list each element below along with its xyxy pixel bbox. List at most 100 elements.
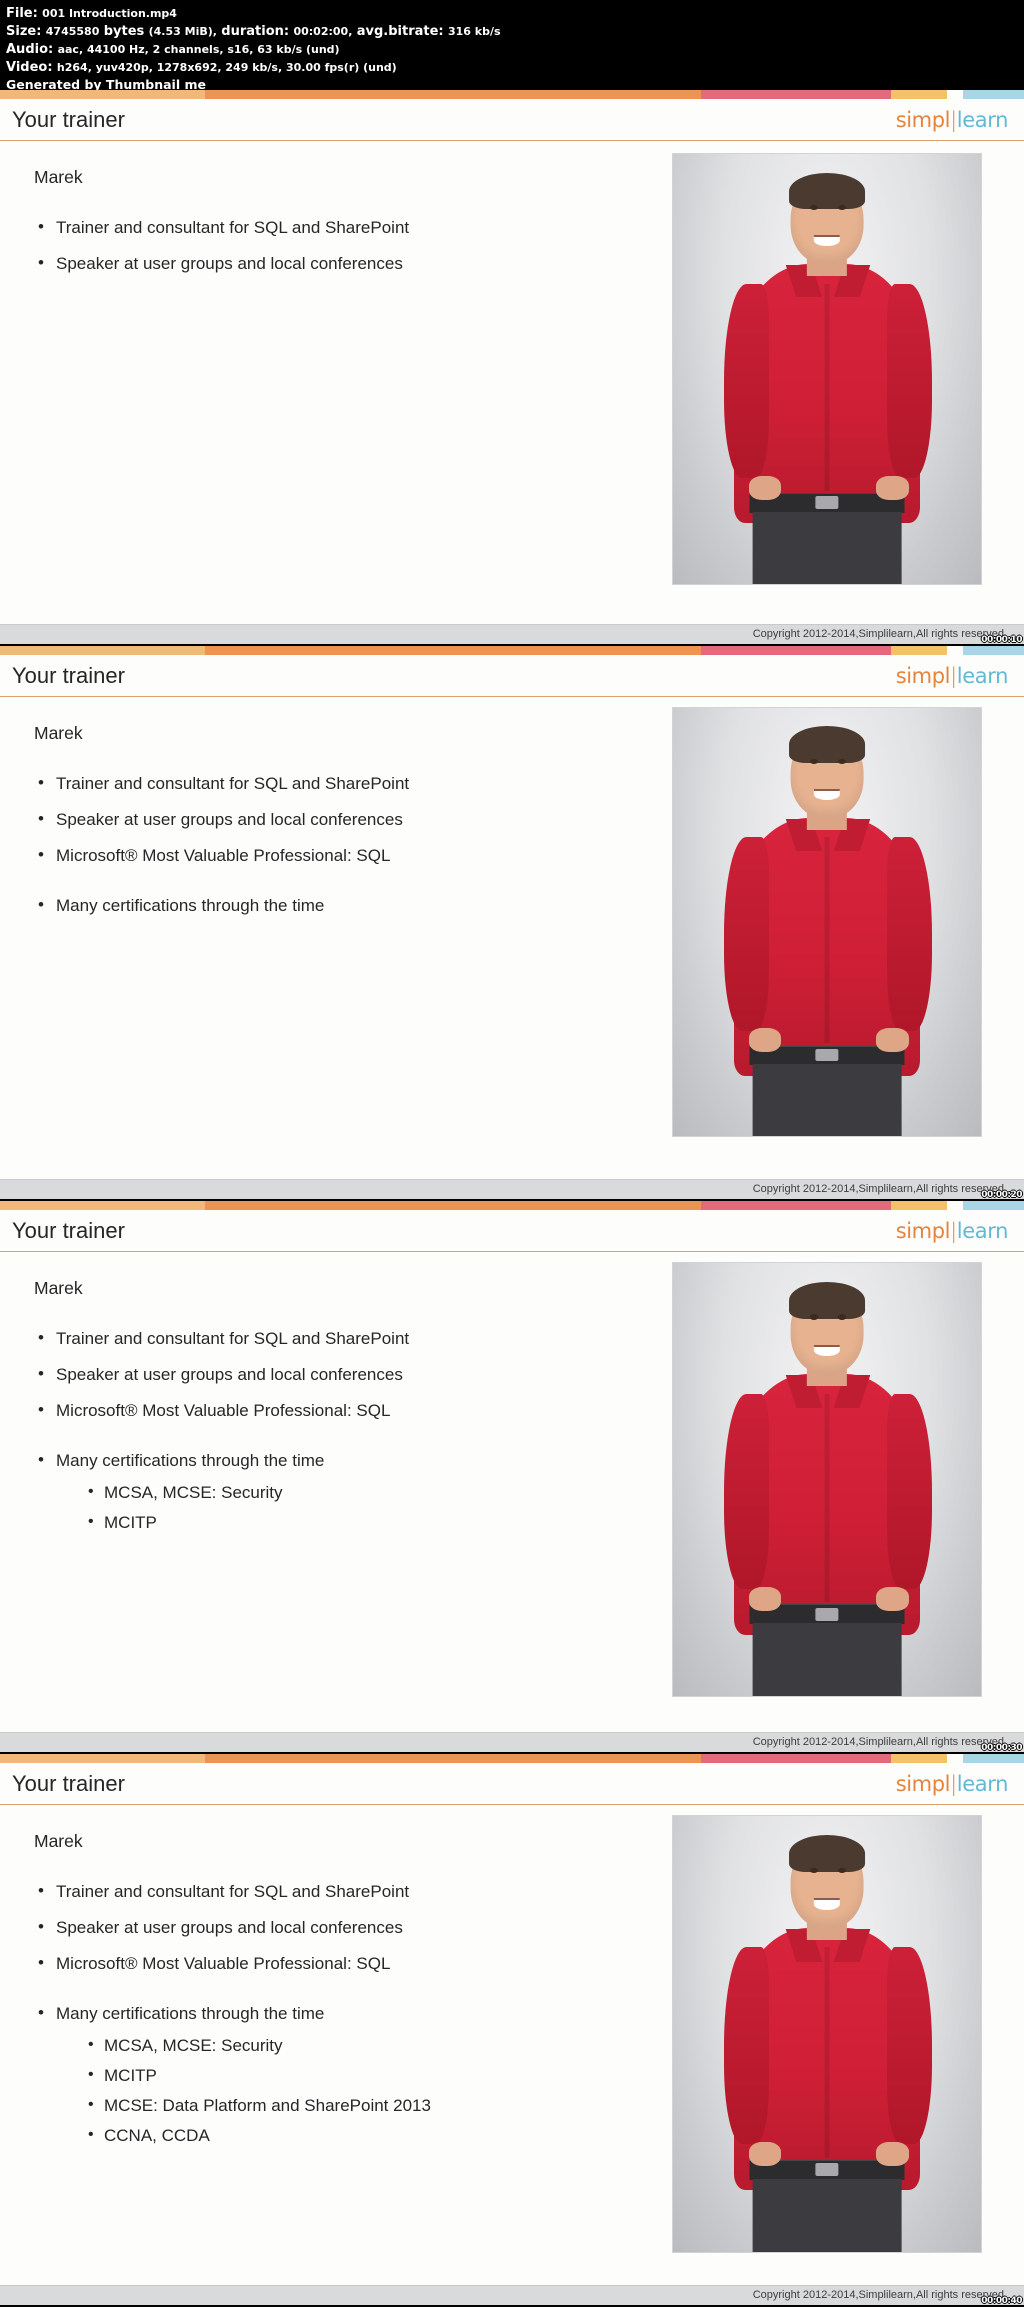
ribbon-segment-3 <box>701 646 891 655</box>
trainer-name: Marek <box>34 723 83 743</box>
bitrate-value: 316 kb/s <box>447 25 501 38</box>
bullet-text: Speaker at user groups and local confere… <box>56 254 403 273</box>
audio-value: aac, 44100 Hz, 2 channels, s16, 63 kb/s … <box>57 43 340 56</box>
simplilearn-logo: simpl|learn <box>895 1219 1009 1243</box>
logo-separator: | <box>950 1772 957 1796</box>
portrait-right-eye <box>838 1314 847 1320</box>
bullet-item: Trainer and consultant for SQL and Share… <box>34 773 650 794</box>
bullet-item: Microsoft® Most Valuable Professional: S… <box>34 845 650 866</box>
portrait-hair <box>789 1834 865 1873</box>
ribbon-segment-5 <box>947 646 963 655</box>
slide-footer: Copyright 2012-2014,Simplilearn,All righ… <box>0 1732 1024 1752</box>
slide-text-column: Marek Trainer and consultant for SQL and… <box>0 1805 660 2162</box>
slide-text-column: Marek Trainer and consultant for SQL and… <box>0 141 660 290</box>
thumbnail-timestamp: 00:00:30 <box>981 1743 1022 1753</box>
portrait-left-arm <box>724 1393 770 1590</box>
logo-text-learn: learn <box>956 664 1009 688</box>
duration-value: 00:02:00, <box>293 25 353 38</box>
video-thumbnail-slide-4[interactable]: Your trainer simpl|learn Marek Trainer a… <box>0 1754 1024 2307</box>
bullet-text: Trainer and consultant for SQL and Share… <box>56 1329 410 1348</box>
sub-bullet-list: MCSA, MCSE: Security MCITP <box>86 1482 650 1533</box>
logo-text-simpl: simpl <box>895 1219 951 1243</box>
bullet-item: Many certifications through the time MCSA… <box>34 1450 650 1533</box>
simplilearn-logo: simpl|learn <box>896 664 1009 688</box>
sub-bullet-item: MCSA, MCSE: Security <box>86 1482 650 1503</box>
thumbnail-timestamp: 00:00:10 <box>981 635 1022 645</box>
portrait-hair <box>789 1281 865 1319</box>
metadata-file-line: File: 001 Introduction.mp4 <box>6 4 1018 22</box>
color-ribbon <box>0 90 1024 99</box>
ribbon-segment-1 <box>0 1754 205 1763</box>
portrait-right-arm <box>886 837 932 1031</box>
logo-text-simpl: simpl <box>895 108 951 132</box>
slide-header: Your trainer simpl|learn <box>0 655 1024 697</box>
trainer-photo <box>672 153 982 585</box>
bullet-item: Microsoft® Most Valuable Professional: S… <box>34 1400 650 1421</box>
bullet-item: Many certifications through the time MCSA… <box>34 2003 650 2146</box>
portrait-left-hand <box>748 1028 782 1052</box>
copyright-notice: Copyright 2012-2014,Simplilearn,All righ… <box>752 2289 1004 2301</box>
bullet-text: Trainer and consultant for SQL and Share… <box>56 1882 410 1901</box>
slide-title: Your trainer <box>12 663 125 688</box>
portrait-left-hand <box>748 475 782 500</box>
metadata-size-line: Size: 4745580 bytes (4.53 MiB), duration… <box>6 22 1018 40</box>
trainer-name: Marek <box>34 1278 83 1298</box>
bullet-item: Speaker at user groups and local confere… <box>34 1364 650 1385</box>
copyright-notice: Copyright 2012-2014,Simplilearn,All righ… <box>752 1183 1004 1195</box>
portrait-right-hand <box>876 2142 909 2167</box>
copyright-notice: Copyright 2012-2014,Simplilearn,All righ… <box>752 628 1004 640</box>
metadata-video-line: Video: h264, yuv420p, 1278x692, 249 kb/s… <box>6 58 1018 76</box>
ribbon-segment-1 <box>0 90 205 99</box>
video-label: Video: <box>6 60 53 75</box>
portrait-right-eye <box>838 758 847 764</box>
portrait-right-arm <box>886 1393 932 1590</box>
bullet-text: Speaker at user groups and local confere… <box>56 810 403 829</box>
ribbon-segment-6 <box>962 90 1024 99</box>
ribbon-segment-4 <box>890 1754 948 1763</box>
video-thumbnail-slide-2[interactable]: Your trainer simpl|learn Marek Trainer a… <box>0 646 1024 1201</box>
sub-bullet-item: MCITP <box>86 2065 650 2086</box>
size-value: 4745580 <box>45 25 100 38</box>
video-thumbnail-slide-1[interactable]: Your trainer simpl|learn Marek Trainer a… <box>0 90 1024 646</box>
ribbon-segment-5 <box>947 1754 963 1763</box>
ribbon-segment-5 <box>947 1201 963 1210</box>
portrait-left-arm <box>724 283 770 478</box>
sub-bullet-list: MCSA, MCSE: Security MCITP MCSE: Data Plat… <box>86 2035 650 2146</box>
ribbon-segment-4 <box>890 646 948 655</box>
logo-text-learn: learn <box>956 1219 1009 1243</box>
bullet-text: Microsoft® Most Valuable Professional: S… <box>56 1401 391 1420</box>
duration-label: duration: <box>221 24 290 39</box>
bullet-list: Trainer and consultant for SQL and Share… <box>34 217 650 274</box>
slide-title: Your trainer <box>12 107 125 132</box>
slide-header: Your trainer simpl|learn <box>0 1763 1024 1805</box>
bullet-text: Microsoft® Most Valuable Professional: S… <box>56 1954 391 1973</box>
simplilearn-logo: simpl|learn <box>896 1772 1009 1796</box>
portrait-left-hand <box>748 1587 782 1611</box>
bullet-text: Microsoft® Most Valuable Professional: S… <box>56 846 391 865</box>
sub-bullet-item: MCSE: Data Platform and SharePoint 2013 <box>86 2095 650 2116</box>
video-metadata-header: File: 001 Introduction.mp4 Size: 4745580… <box>0 0 1024 92</box>
ribbon-segment-3 <box>701 1201 891 1210</box>
trainer-photo <box>672 1262 982 1697</box>
portrait-right-arm <box>886 283 932 478</box>
bullet-text: Trainer and consultant for SQL and Share… <box>56 218 410 237</box>
ribbon-segment-4 <box>890 90 948 99</box>
copyright-notice: Copyright 2012-2014,Simplilearn,All righ… <box>752 1736 1004 1748</box>
portrait-trousers <box>752 1623 902 1696</box>
bullet-list: Trainer and consultant for SQL and Share… <box>34 1881 650 2146</box>
ribbon-segment-3 <box>701 1754 891 1763</box>
bullet-item: Speaker at user groups and local confere… <box>34 809 650 830</box>
size-label: Size: <box>6 24 42 39</box>
ribbon-segment-1 <box>0 1201 205 1210</box>
video-value: h264, yuv420p, 1278x692, 249 kb/s, 30.00… <box>56 61 397 74</box>
portrait-left-arm <box>724 1947 770 2145</box>
bullet-text: Many certifications through the time <box>56 1451 325 1470</box>
bullet-text: Speaker at user groups and local confere… <box>56 1365 403 1384</box>
portrait-right-hand <box>876 1587 909 1611</box>
portrait-hair <box>789 726 865 764</box>
portrait-belt-buckle <box>815 2162 839 2177</box>
video-thumbnail-slide-3[interactable]: Your trainer simpl|learn Marek Trainer a… <box>0 1201 1024 1754</box>
ribbon-segment-2 <box>204 646 702 655</box>
bullet-item: Trainer and consultant for SQL and Share… <box>34 217 650 238</box>
file-label: File: <box>6 6 38 21</box>
